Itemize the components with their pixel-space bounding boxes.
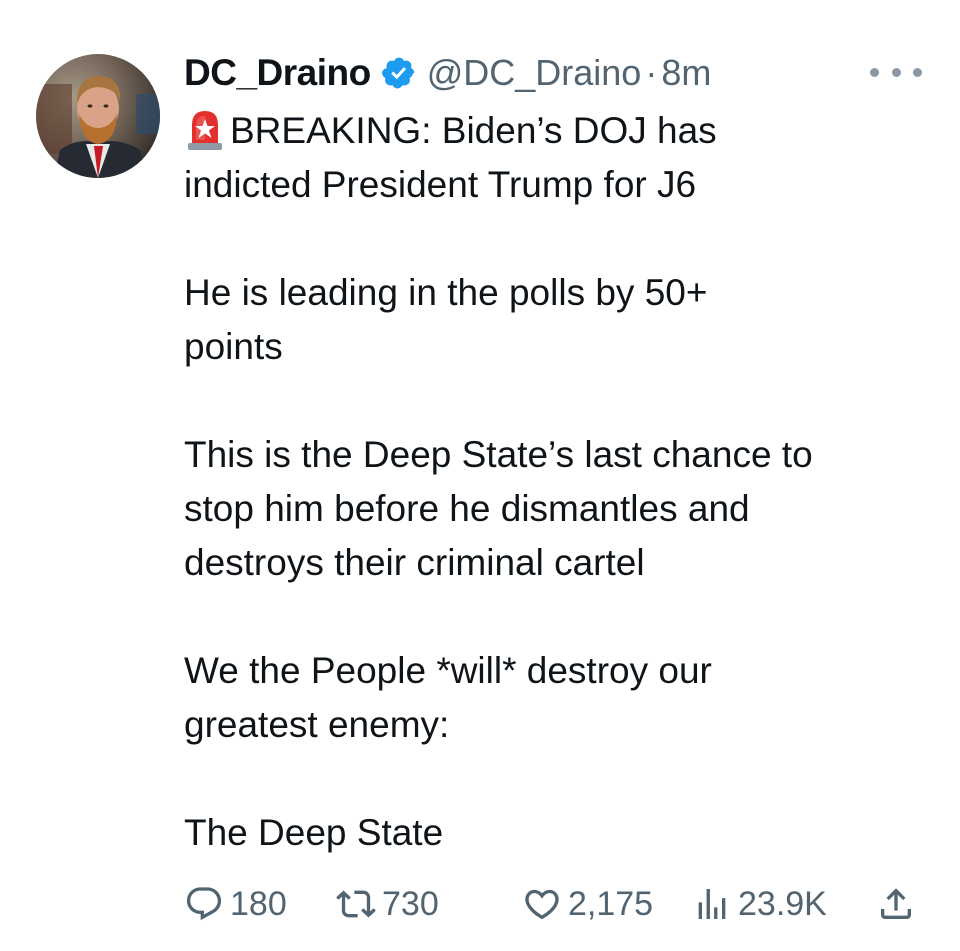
reply-button[interactable]: 180	[184, 880, 287, 928]
retweet-button[interactable]: 730	[336, 880, 439, 928]
tweet-line-text: BREAKING: Biden’s DOJ has	[230, 110, 717, 151]
like-count: 2,175	[568, 884, 654, 923]
tweet-line: greatest enemy:	[184, 704, 450, 745]
tweet-actions: 180 730 2,175 23.9K	[184, 880, 924, 928]
tweet-header: DC_Draino @DC_Draino · 8m	[184, 50, 711, 96]
reply-count: 180	[230, 884, 287, 923]
display-name[interactable]: DC_Draino	[184, 52, 371, 94]
tweet-text: BREAKING: Biden’s DOJ has indicted Presi…	[184, 104, 944, 860]
share-button[interactable]	[876, 880, 916, 928]
more-options-icon[interactable]	[870, 60, 922, 84]
tweet-line: This is the Deep State’s last chance to	[184, 434, 813, 475]
retweet-icon	[336, 890, 376, 918]
heart-icon	[525, 889, 559, 920]
views-count: 23.9K	[738, 884, 827, 923]
like-button[interactable]: 2,175	[522, 880, 653, 928]
tweet: DC_Draino @DC_Draino · 8m BREAKING: Bide…	[0, 0, 960, 951]
share-icon	[881, 888, 911, 919]
tweet-line: stop him before he dismantles and	[184, 488, 750, 529]
tweet-line: The Deep State	[184, 812, 444, 853]
views-button[interactable]: 23.9K	[692, 880, 827, 928]
verified-badge-icon	[381, 55, 417, 91]
retweet-count: 730	[382, 884, 439, 923]
tweet-line: He is leading in the polls by 50+	[184, 272, 708, 313]
tweet-line: BREAKING: Biden’s DOJ has	[184, 104, 944, 158]
avatar-photo	[36, 54, 160, 178]
avatar[interactable]	[36, 54, 160, 178]
time-separator: ·	[645, 52, 658, 93]
views-chart-icon	[698, 889, 726, 919]
user-handle[interactable]: @DC_Draino	[427, 52, 642, 94]
tweet-line: destroys their criminal cartel	[184, 542, 645, 583]
siren-emoji-icon	[184, 107, 226, 151]
tweet-line: indicted President Trump for J6	[184, 164, 697, 205]
reply-icon	[186, 887, 222, 921]
tweet-line: We the People *will* destroy our	[184, 650, 712, 691]
timestamp[interactable]: 8m	[661, 52, 711, 94]
tweet-line: points	[184, 326, 283, 367]
